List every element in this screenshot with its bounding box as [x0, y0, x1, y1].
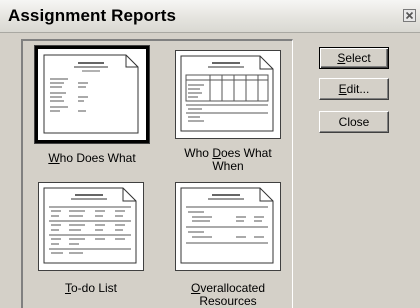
report-label: Overallocated Resources [190, 281, 266, 308]
report-label: Who Does What [48, 151, 136, 165]
report-page-icon [34, 45, 150, 144]
report-list-panel: Who Does What Who Does What When To-do L… [21, 39, 293, 308]
dialog-title: Assignment Reports [8, 6, 177, 25]
title-bar: Assignment Reports [0, 0, 420, 33]
select-button-label: elect [345, 50, 371, 65]
report-page-icon [175, 50, 281, 139]
assignment-reports-dialog: Assignment Reports Who Does What Who Doe… [0, 0, 420, 308]
close-button[interactable]: Close [319, 111, 389, 133]
report-page-icon [175, 182, 281, 271]
edit-button-access-key: E [338, 81, 347, 96]
close-x-icon [405, 11, 414, 20]
close-window-button[interactable] [403, 9, 416, 22]
report-page-icon [38, 182, 144, 271]
close-button-label: Close [338, 114, 370, 129]
select-button[interactable]: Select [319, 47, 389, 69]
report-label: Who Does What When [184, 146, 272, 173]
report-label: To-do List [64, 281, 118, 295]
edit-button[interactable]: Edit... [319, 78, 389, 100]
edit-button-label: dit... [346, 81, 370, 96]
